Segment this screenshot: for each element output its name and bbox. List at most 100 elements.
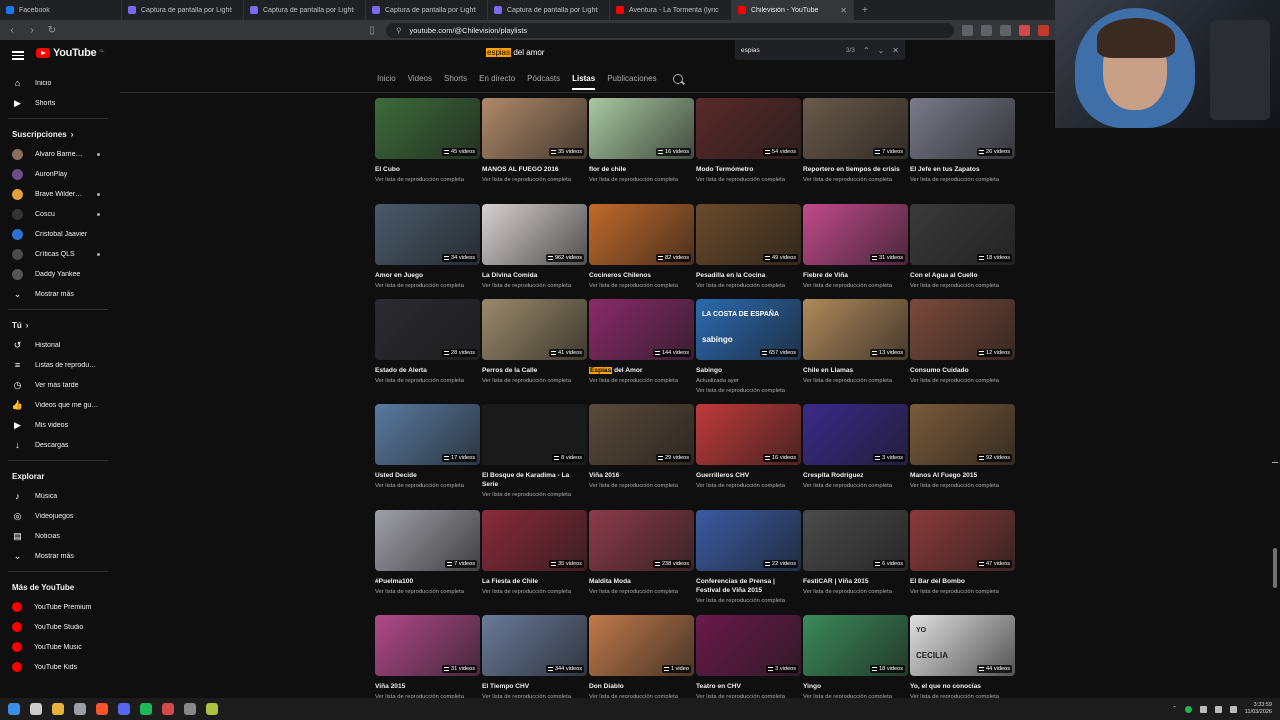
channel-tab[interactable]: Inicio (377, 74, 396, 90)
playlist-thumbnail[interactable]: 3 videos (803, 404, 908, 465)
channel-tab[interactable]: En directo (479, 74, 515, 90)
playlist-thumbnail[interactable]: 962 videos (482, 204, 587, 265)
chrome-icon[interactable] (74, 703, 86, 715)
channel-search-icon[interactable] (672, 74, 683, 84)
playlist-card[interactable]: 47 videos El Bar del Bombo Ver lista de re… (910, 510, 1015, 615)
playlist-thumbnail[interactable]: 12 videos (910, 299, 1015, 360)
playlist-thumbnail[interactable]: 49 videos (696, 204, 801, 265)
view-full-playlist-link[interactable]: Ver lista de reproducción completa (696, 176, 801, 184)
view-full-playlist-link[interactable]: Ver lista de reproducción completa (482, 377, 587, 385)
view-full-playlist-link[interactable]: Ver lista de reproducción completa (375, 377, 480, 385)
playlist-thumbnail[interactable]: 92 videos (910, 404, 1015, 465)
view-full-playlist-link[interactable]: Ver lista de reproducción completa (375, 588, 480, 596)
playlist-thumbnail[interactable]: 144 videos (589, 299, 694, 360)
playlist-title[interactable]: Espías del Amor (589, 366, 694, 375)
sidebar-item[interactable]: ↺ Historial (0, 335, 116, 355)
sidebar-item[interactable]: YouTube Premium (0, 597, 116, 617)
playlist-card[interactable]: 49 videos Pesadilla en la Cocina Ver lista… (696, 204, 801, 299)
playlist-card[interactable]: 29 videos Viña 2016 Ver lista de reproducc… (589, 404, 694, 510)
sidebar-item[interactable]: ⌂ Inicio (0, 73, 116, 93)
back-icon[interactable]: ‹ (6, 25, 18, 36)
view-full-playlist-link[interactable]: Ver lista de reproducción completa (910, 282, 1015, 290)
playlist-thumbnail[interactable]: 18 videos (910, 204, 1015, 265)
playlist-thumbnail[interactable]: 54 videos (696, 98, 801, 159)
view-full-playlist-link[interactable]: Ver lista de reproducción completa (482, 491, 587, 499)
playlist-card[interactable]: 13 videos Chile en Llamas Ver lista de rep… (803, 299, 908, 404)
forward-icon[interactable]: › (26, 25, 38, 36)
battery-icon[interactable] (1229, 705, 1237, 713)
clock[interactable]: 3:33:59 11/03/2026 (1245, 702, 1272, 716)
spotify-icon[interactable] (140, 703, 152, 715)
playlist-thumbnail[interactable]: 35 videos (482, 510, 587, 571)
playlist-title[interactable]: Cocineros Chilenos (589, 271, 694, 280)
channel-tab[interactable]: Listas (572, 74, 596, 90)
find-next-icon[interactable]: ⌄ (878, 46, 885, 55)
view-full-playlist-link[interactable]: Ver lista de reproducción completa (589, 282, 694, 290)
playlist-title[interactable]: El Bar del Bombo (910, 577, 1015, 586)
channel-tab[interactable]: Pódcasts (527, 74, 560, 90)
browser-tab[interactable]: Captura de pantalla por Lightshot (122, 0, 244, 20)
site-info-icon[interactable]: ⚲ (396, 26, 402, 35)
browser-tab[interactable]: Facebook (0, 0, 122, 20)
view-full-playlist-link[interactable]: Ver lista de reproducción completa (910, 482, 1015, 490)
playlist-card[interactable]: 92 videos Manos Al Fuego 2015 Ver lista de… (910, 404, 1015, 510)
view-full-playlist-link[interactable]: Ver lista de reproducción completa (803, 588, 908, 596)
playlist-title[interactable]: Usted Decide (375, 471, 480, 480)
tray-chevron-icon[interactable]: ⌃ (1172, 706, 1177, 712)
playlist-thumbnail[interactable]: 28 videos (375, 299, 480, 360)
address-bar[interactable]: ⚲ youtube.com/@Chilevision/playlists (386, 22, 954, 38)
tray-app-icon[interactable] (1184, 705, 1192, 713)
playlist-title[interactable]: Yingo (803, 682, 908, 691)
playlist-thumbnail[interactable]: 8 videos (482, 404, 587, 465)
playlist-title[interactable]: Fiebre de Viña (803, 271, 908, 280)
sidebar-item[interactable]: YouTube Kids (0, 657, 116, 677)
show-more-button[interactable]: ⌄ Mostrar más (0, 546, 116, 566)
playlist-card[interactable]: LA COSTA DE ESPAÑA sabingo 657 videos Sabin… (696, 299, 801, 404)
sidebar-item[interactable]: ◎ Videojuegos (0, 506, 116, 526)
view-full-playlist-link[interactable]: Ver lista de reproducción completa (803, 377, 908, 385)
network-icon[interactable] (1199, 705, 1207, 713)
playlist-card[interactable]: 8 videos El Bosque de Karadima - La Serie… (482, 404, 587, 510)
view-full-playlist-link[interactable]: Ver lista de reproducción completa (375, 482, 480, 490)
playlist-thumbnail[interactable]: 7 videos (375, 510, 480, 571)
playlist-title[interactable]: Sabingo (696, 366, 801, 375)
playlist-title[interactable]: El Jefe en tus Zapatos (910, 165, 1015, 174)
sidebar-item[interactable]: YouTube Music (0, 637, 116, 657)
playlist-title[interactable]: Conferencias de Prensa | Festival de Viñ… (696, 577, 801, 595)
extension-icon[interactable] (1000, 24, 1011, 36)
playlist-title[interactable]: El Cubo (375, 165, 480, 174)
playlist-card[interactable]: 17 videos Usted Decide Ver lista de reprod… (375, 404, 480, 510)
playlist-thumbnail[interactable]: LA COSTA DE ESPAÑA sabingo 657 videos (696, 299, 801, 360)
playlist-title[interactable]: MANOS AL FUEGO 2016 (482, 165, 587, 174)
playlist-title[interactable]: Perros de la Calle (482, 366, 587, 375)
browser-tab[interactable]: Captura de pantalla por Lightshot (366, 0, 488, 20)
playlist-thumbnail[interactable]: 41 videos (482, 299, 587, 360)
playlist-title[interactable]: Guerrilleros CHV (696, 471, 801, 480)
app-icon[interactable] (162, 703, 174, 715)
find-close-icon[interactable]: ✕ (892, 46, 899, 55)
playlist-card[interactable]: 144 videos Espías del Amor Ver lista de re… (589, 299, 694, 404)
playlist-title[interactable]: La Divina Comida (482, 271, 587, 280)
playlist-title[interactable]: flor de chile (589, 165, 694, 174)
bookmark-icon[interactable]: ▯ (366, 25, 378, 36)
playlist-thumbnail[interactable]: 6 videos (803, 510, 908, 571)
playlist-card[interactable]: 3 videos Crespita Rodríguez Ver lista de r… (803, 404, 908, 510)
playlist-card[interactable]: 54 videos Modo Termómetro Ver lista de rep… (696, 98, 801, 204)
playlist-card[interactable]: 238 videos Maldita Moda Ver lista de repro… (589, 510, 694, 615)
view-full-playlist-link[interactable]: Ver lista de reproducción completa (803, 482, 908, 490)
browser-tab[interactable]: Captura de pantalla por Lightshot (488, 0, 610, 20)
playlist-card[interactable]: 18 videos Con el Agua al Cuello Ver lista … (910, 204, 1015, 299)
view-full-playlist-link[interactable]: Ver lista de reproducción completa (696, 482, 801, 490)
menu-icon[interactable] (12, 49, 24, 62)
playlist-card[interactable]: 35 videos La Fiesta de Chile Ver lista de … (482, 510, 587, 615)
playlist-title[interactable]: Con el Agua al Cuello (910, 271, 1015, 280)
playlist-thumbnail[interactable]: 13 videos (803, 299, 908, 360)
file-explorer-icon[interactable] (52, 703, 64, 715)
view-full-playlist-link[interactable]: Ver lista de reproducción completa (910, 176, 1015, 184)
view-full-playlist-link[interactable]: Ver lista de reproducción completa (589, 176, 694, 184)
view-full-playlist-link[interactable]: Ver lista de reproducción completa (696, 282, 801, 290)
find-previous-icon[interactable]: ⌃ (863, 46, 870, 55)
playlist-title[interactable]: El Tiempo CHV (482, 682, 587, 691)
view-full-playlist-link[interactable]: Ver lista de reproducción completa (910, 377, 1015, 385)
search-icon[interactable] (30, 703, 42, 715)
